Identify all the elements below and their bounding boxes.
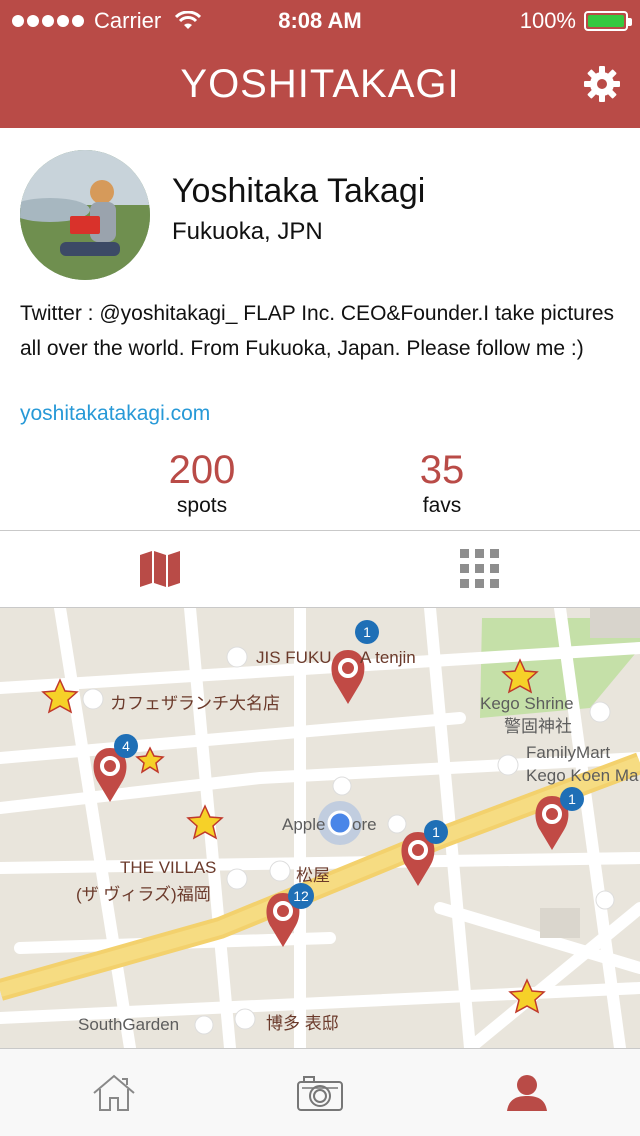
map-icon xyxy=(140,551,180,587)
profile-location: Fukuoka, JPN xyxy=(172,218,323,245)
map-label: Kego Koen Ma xyxy=(526,766,639,785)
profile-bio: Twitter : @yoshitakagi_ FLAP Inc. CEO&Fo… xyxy=(20,302,615,360)
map-label: SouthGarden xyxy=(78,1015,180,1034)
profile-name: Yoshitaka Takagi xyxy=(172,172,426,210)
battery-icon xyxy=(584,11,632,31)
pin-count: 1 xyxy=(568,791,576,807)
map-label: Apple xyxy=(282,815,326,834)
tab-profile[interactable] xyxy=(420,1049,633,1136)
header: Carrier 8:08 AM 100% YOSHITAKAGI xyxy=(0,0,640,128)
camera-icon xyxy=(296,1076,343,1111)
gear-icon[interactable] xyxy=(582,64,622,104)
battery-percent: 100% xyxy=(519,8,576,33)
profile-icon xyxy=(506,1075,547,1111)
map-label: 松屋 xyxy=(296,866,330,885)
map-label: Kego Shrine xyxy=(480,694,574,713)
spots-stat[interactable]: 200 spots xyxy=(122,446,282,518)
map-label: A tenjin xyxy=(360,648,416,667)
map-label: 警固神社 xyxy=(504,717,572,736)
tab-bar xyxy=(0,1048,640,1136)
map-label: JIS FUKU xyxy=(256,648,332,667)
map-label: (ザ ヴィラズ)福岡 xyxy=(76,885,211,904)
spots-count: 200 xyxy=(168,448,236,492)
user-location-dot xyxy=(327,810,353,836)
view-toggle xyxy=(0,530,640,608)
pin-count: 1 xyxy=(363,624,371,640)
favs-stat[interactable]: 35 favs xyxy=(362,446,522,518)
favs-count: 35 xyxy=(419,448,465,492)
map-label: ore xyxy=(352,815,377,834)
pin-count: 4 xyxy=(122,738,130,754)
grid-view-button[interactable] xyxy=(320,531,640,607)
map-label: THE VILLAS xyxy=(120,858,217,877)
home-icon xyxy=(92,1074,135,1111)
tab-home[interactable] xyxy=(7,1049,220,1136)
avatar[interactable] xyxy=(20,150,150,280)
spots-map[interactable]: 1 4 1 1 12 JIS FUKU A tenjin カフェザランチ大名店 … xyxy=(0,608,640,1048)
grid-icon xyxy=(460,549,499,588)
favs-label: favs xyxy=(422,494,462,517)
pin-count: 12 xyxy=(293,888,309,904)
page-title: YOSHITAKAGI xyxy=(180,62,460,106)
map-view-button[interactable] xyxy=(0,531,320,607)
status-bar: Carrier 8:08 AM 100% xyxy=(0,0,640,40)
map-label: FamilyMart xyxy=(526,743,611,762)
map-label: 博多 表邸 xyxy=(266,1014,339,1033)
profile-website-link[interactable]: yoshitakatakagi.com xyxy=(20,402,210,426)
tab-camera[interactable] xyxy=(213,1049,426,1136)
spots-label: spots xyxy=(176,494,228,517)
map-label: カフェザランチ大名店 xyxy=(110,694,280,713)
pin-count: 1 xyxy=(432,824,440,840)
